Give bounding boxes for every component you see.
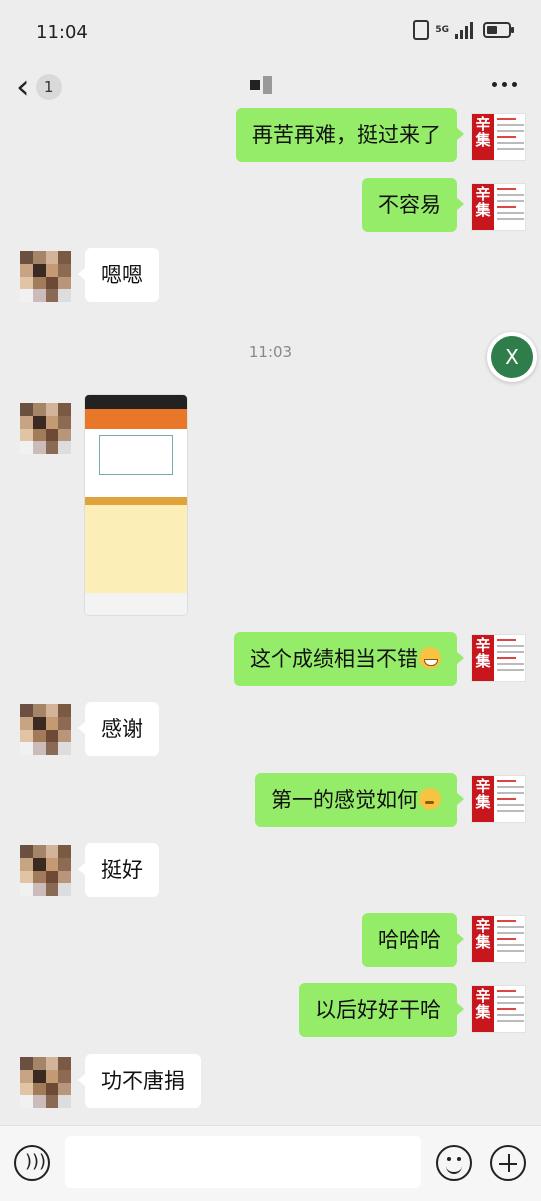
message-input[interactable] — [65, 1136, 421, 1188]
avatar-brand-text: 辛集 — [472, 776, 494, 822]
battery-icon — [483, 22, 514, 38]
message-bubble-outgoing[interactable]: 第一的感觉如何 — [255, 773, 464, 827]
message-bubble-outgoing[interactable]: 再苦再难，挺过来了 — [236, 108, 464, 162]
message-bubble-incoming[interactable]: 功不唐捐 — [78, 1054, 201, 1108]
avatar-brand-text: 辛集 — [472, 635, 494, 681]
floating-x-label: X — [491, 336, 533, 378]
my-avatar[interactable]: 辛集 — [471, 915, 526, 963]
my-avatar[interactable]: 辛集 — [471, 183, 526, 231]
contact-avatar[interactable] — [20, 403, 71, 454]
voice-icon: ))) — [25, 1151, 47, 1172]
contact-avatar[interactable] — [20, 704, 71, 755]
input-bar: ))) — [0, 1125, 541, 1201]
image-footer — [85, 593, 187, 615]
image-status-bar — [85, 395, 187, 409]
my-avatar[interactable]: 辛集 — [471, 113, 526, 161]
redaction-block — [250, 80, 260, 90]
message-bubble-outgoing[interactable]: 哈哈哈 — [362, 913, 464, 967]
image-banner — [85, 409, 187, 429]
image-body — [85, 505, 187, 593]
message-bubble-incoming[interactable]: 感谢 — [78, 702, 159, 756]
avatar-brand-text: 辛集 — [472, 986, 494, 1032]
contact-avatar[interactable] — [20, 845, 71, 896]
message-text: 这个成绩相当不错 — [250, 647, 418, 671]
unread-count-badge: 1 — [35, 74, 62, 100]
plus-button[interactable] — [490, 1145, 526, 1181]
avatar-brand-text: 辛集 — [472, 184, 494, 230]
message-bubble-incoming[interactable]: 挺好 — [78, 843, 159, 897]
status-icons: 5G — [413, 20, 514, 40]
more-dots-icon — [492, 82, 497, 87]
chat-title-redacted — [250, 76, 272, 94]
chat-header: ‹ 1 — [0, 62, 541, 112]
vibrate-icon — [413, 20, 430, 40]
message-text: 第一的感觉如何 — [271, 788, 418, 812]
avatar-brand-text: 辛集 — [472, 916, 494, 962]
floating-x-button[interactable]: X — [487, 332, 537, 382]
message-text: 嗯嗯 — [101, 263, 143, 287]
message-text: 感谢 — [101, 717, 143, 741]
message-bubble-outgoing[interactable]: 以后好好干哈 — [299, 983, 464, 1037]
avatar-brand-text: 辛集 — [472, 114, 494, 160]
chevron-left-icon: ‹ — [16, 67, 30, 107]
image-message[interactable] — [85, 395, 187, 615]
my-avatar[interactable]: 辛集 — [471, 634, 526, 682]
message-text: 挺好 — [101, 858, 143, 882]
message-text: 哈哈哈 — [378, 928, 441, 952]
my-avatar[interactable]: 辛集 — [471, 775, 526, 823]
more-options-button[interactable] — [492, 82, 517, 87]
message-text: 功不唐捐 — [101, 1069, 185, 1093]
message-text: 以后好好干哈 — [315, 998, 441, 1022]
message-text: 再苦再难，挺过来了 — [252, 123, 441, 147]
message-bubble-outgoing[interactable]: 这个成绩相当不错 — [234, 632, 464, 686]
my-avatar[interactable]: 辛集 — [471, 985, 526, 1033]
signal-icon — [455, 21, 473, 39]
back-button[interactable]: ‹ 1 — [16, 68, 76, 106]
status-bar: 11:04 5G — [0, 0, 541, 62]
message-bubble-outgoing[interactable]: 不容易 — [362, 178, 464, 232]
status-time: 11:04 — [36, 22, 88, 43]
image-stripe — [85, 497, 187, 505]
emoji-button[interactable] — [436, 1145, 472, 1181]
message-bubble-incoming[interactable]: 嗯嗯 — [78, 248, 159, 302]
image-content-panel — [85, 435, 187, 497]
contact-avatar[interactable] — [20, 1057, 71, 1108]
redaction-block — [263, 76, 272, 94]
thinking-face-icon — [419, 788, 441, 810]
grinning-face-icon — [419, 647, 441, 669]
message-text: 不容易 — [378, 193, 441, 217]
network-label: 5G — [435, 24, 449, 35]
contact-avatar[interactable] — [20, 251, 71, 302]
voice-button[interactable]: ))) — [14, 1145, 50, 1181]
time-divider: 11:03 — [248, 343, 293, 361]
emoji-icon — [446, 1164, 462, 1174]
